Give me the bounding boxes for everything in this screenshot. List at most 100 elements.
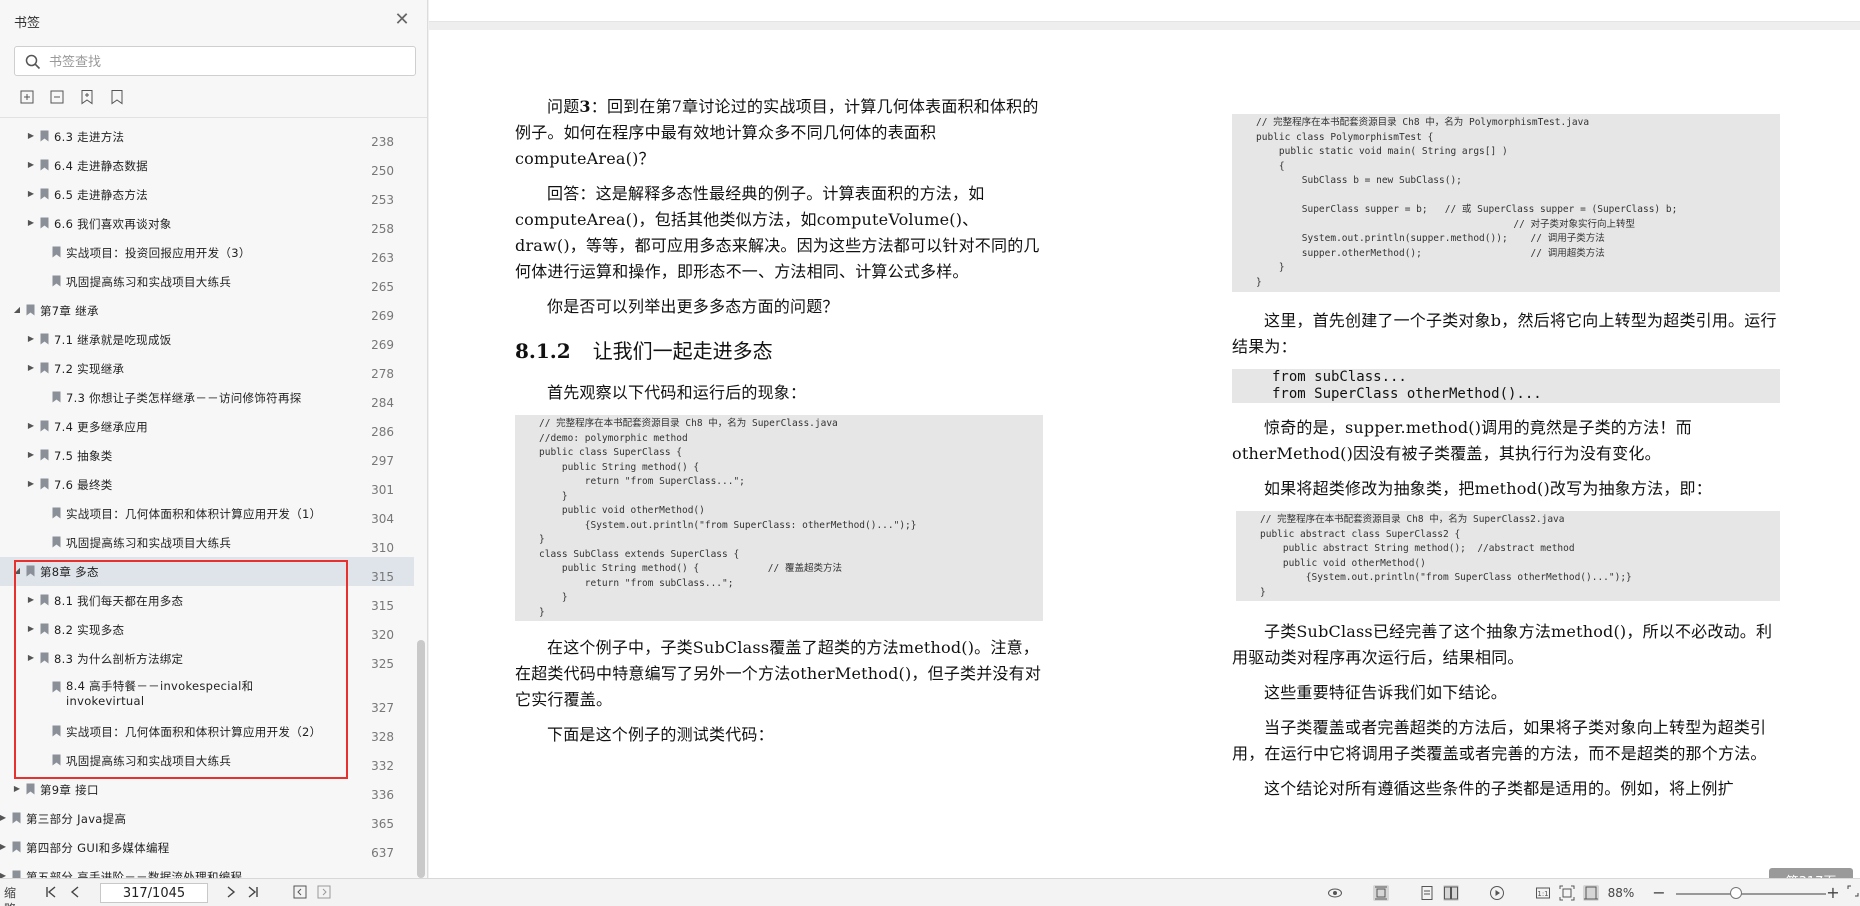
bookmark-search-input[interactable] [49,52,399,72]
previous-page-icon[interactable] [68,885,82,901]
page-number-badge: 第317页 [1769,868,1853,878]
expand-arrow-icon[interactable]: ▶ [26,160,36,170]
bookmark-item[interactable]: ▶ 6.6 我们喜欢再谈对象 258 [0,209,414,238]
bookmark-label: 8.4 高手特餐－－invokespecial和invokevirtual [66,679,254,708]
expand-arrow-icon[interactable]: ▶ [26,334,36,344]
thumbnail-toggle[interactable]: 缩略 [0,885,20,906]
expand-arrow-icon[interactable]: ▶ [26,624,36,634]
expand-arrow-icon[interactable]: ▶ [0,871,8,878]
fit-page-icon[interactable] [1559,885,1575,901]
close-icon[interactable]: ✕ [392,10,412,30]
bookmark-icon [52,725,61,737]
bookmark-item[interactable]: ▶ 6.5 走进静态方法 253 [0,180,414,209]
expand-arrow-icon[interactable]: ▶ [26,421,36,431]
next-page-icon[interactable] [224,885,238,901]
single-page-view-icon[interactable] [1373,885,1389,901]
bookmark-icon [40,130,49,142]
forward-view-icon[interactable] [316,885,332,901]
bookmark-icon [40,362,49,374]
bookmark-page-number: 263 [371,251,394,265]
bookmark-item[interactable]: ▶ 第三部分 Java提高 365 [0,804,414,833]
expand-arrow-icon[interactable]: ▶ [26,653,36,663]
bookmark-search-box[interactable] [14,46,416,76]
bookmark-item[interactable]: ▶ 第四部分 GUI和多媒体编程 637 [0,833,414,862]
bookmark-page-number: 315 [371,599,394,613]
last-page-icon[interactable] [246,885,260,901]
expand-all-icon[interactable] [18,88,36,106]
zoom-out-icon[interactable]: − [1652,885,1666,901]
paragraph-conclusion-intro: 这些重要特征告诉我们如下结论。 [1264,683,1508,702]
bookmark-item[interactable]: ▶ 第9章 接口 336 [0,775,414,804]
bookmark-item[interactable]: ▶ 7.4 更多继承应用 286 [0,412,414,441]
bookmark-item[interactable]: ▶ 7.1 继承就是吃现成饭 269 [0,325,414,354]
eye-care-icon[interactable] [1327,885,1343,901]
expand-arrow-icon[interactable]: ▶ [12,784,22,794]
expand-arrow-icon[interactable]: ▶ [0,813,8,823]
bookmark-label: 实战项目：几何体面积和体积计算应用开发（2） [66,725,322,739]
zoom-slider-track[interactable] [1676,893,1826,895]
first-page-icon[interactable] [44,885,58,901]
bookmark-page-number: 238 [371,135,394,149]
add-bookmark-icon[interactable] [78,88,96,106]
bookmark-icon[interactable] [108,88,126,106]
bookmark-item[interactable]: ◢ 第8章 多态 315 [0,557,414,586]
bookmark-item[interactable]: 巩固提高练习和实战项目大练兵 310 [0,528,414,557]
bookmark-page-number: 310 [371,541,394,555]
previous-page-edge [429,0,1860,22]
actual-size-icon[interactable]: 1:1 [1535,885,1551,901]
bookmark-label: 7.5 抽象类 [54,449,113,463]
collapse-all-icon[interactable] [48,88,66,106]
expand-arrow-icon[interactable]: ▶ [26,218,36,228]
bookmark-item[interactable]: 7.3 你想让子类怎样继承－－访问修饰符再探 284 [0,383,414,412]
paragraph-prompt: 你是否可以列举出更多多态方面的问题？ [547,297,839,316]
bookmark-scrollbar[interactable] [417,640,425,878]
bookmark-icon [52,391,61,403]
collapse-arrow-icon[interactable]: ◢ [12,305,22,315]
expand-arrow-icon[interactable]: ▶ [0,842,8,852]
page-number-input[interactable] [100,883,208,903]
expand-arrow-icon[interactable]: ▶ [26,363,36,373]
expand-arrow-icon[interactable]: ▶ [26,595,36,605]
bookmark-icon [40,449,49,461]
fullscreen-icon[interactable] [1846,885,1860,901]
bookmark-item[interactable]: ▶ 6.3 走进方法 238 [0,122,414,151]
fit-width-icon[interactable] [1583,885,1599,901]
expand-arrow-icon[interactable]: ▶ [26,131,36,141]
two-page-view-icon[interactable] [1443,885,1459,901]
zoom-level[interactable]: 88% [1604,885,1638,901]
bookmark-page-number: 315 [371,570,394,584]
expand-arrow-icon[interactable]: ▶ [26,479,36,489]
bookmark-item[interactable]: ▶ 8.1 我们每天都在用多态 315 [0,586,414,615]
bookmark-item[interactable]: 实战项目：几何体面积和体积计算应用开发（2） 328 [0,717,414,746]
back-view-icon[interactable] [292,885,308,901]
bookmark-item[interactable]: ▶ 8.2 实现多态 320 [0,615,414,644]
bookmark-item[interactable]: 巩固提高练习和实战项目大练兵 332 [0,746,414,775]
paragraph-abstract: 如果将超类修改为抽象类，把method()改写为抽象方法，即： [1264,479,1712,498]
paragraph-question: 问题3：回到在第7章讨论过的实战项目，计算几何体表面积和体积的例子。如何在程序中… [515,97,1039,168]
bookmark-item[interactable]: ▶ 7.5 抽象类 297 [0,441,414,470]
expand-arrow-icon[interactable]: ▶ [26,450,36,460]
bookmark-item[interactable]: ▶ 8.3 为什么剖析方法绑定 325 [0,644,414,673]
page-view-icon[interactable] [1419,885,1435,901]
expand-arrow-icon[interactable]: ▶ [26,189,36,199]
bookmark-page-number: 304 [371,512,394,526]
bookmark-item[interactable]: ▶ 第五部分 高手进阶－－数据流处理和编程 [0,862,414,878]
bookmark-item[interactable]: ▶ 6.4 走进静态数据 250 [0,151,414,180]
bookmark-page-number: 301 [371,483,394,497]
bookmark-item[interactable]: 实战项目：几何体面积和体积计算应用开发（1） 304 [0,499,414,528]
bookmark-item[interactable]: 实战项目：投资回报应用开发（3） 263 [0,238,414,267]
bookmark-item[interactable]: ▶ 7.6 最终类 301 [0,470,414,499]
bookmark-item[interactable]: 8.4 高手特餐－－invokespecial和invokevirtual 327 [0,673,414,717]
zoom-in-icon[interactable]: + [1826,885,1840,901]
bookmark-page-number: 637 [371,846,394,860]
bookmark-panel: 书签 ✕ ▶6.3 走进方法238▶6.4 走进静态 [0,0,428,878]
left-column: 问题3：回到在第7章讨论过的实战项目，计算几何体表面积和体积的例子。如何在程序中… [515,94,1043,757]
bookmark-item[interactable]: ▶ 7.2 实现继承 278 [0,354,414,383]
document-viewport[interactable]: 问题3：回到在第7章讨论过的实战项目，计算几何体表面积和体积的例子。如何在程序中… [429,0,1860,878]
bookmark-item[interactable]: ◢ 第7章 继承 269 [0,296,414,325]
play-icon[interactable] [1489,885,1505,901]
bookmark-icon [52,681,61,693]
zoom-slider-knob[interactable] [1730,887,1742,899]
bookmark-item[interactable]: 巩固提高练习和实战项目大练兵 265 [0,267,414,296]
collapse-arrow-icon[interactable]: ◢ [12,566,22,576]
